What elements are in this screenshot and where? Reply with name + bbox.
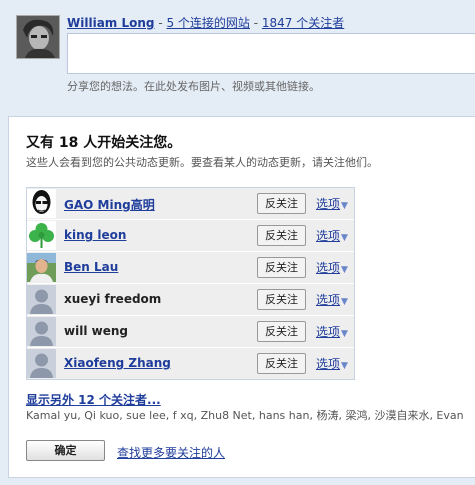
- options-menu[interactable]: 选项▼: [316, 259, 348, 276]
- ok-button[interactable]: 确定: [26, 440, 105, 461]
- unfollow-button[interactable]: 反关注: [257, 321, 306, 342]
- dropdown-arrow-icon: ▼: [341, 201, 348, 211]
- separator: -: [249, 16, 262, 30]
- follower-row: Ben Lau 反关注 选项▼: [27, 252, 354, 284]
- post-input[interactable]: [67, 33, 475, 74]
- photo-avatar[interactable]: [27, 253, 56, 282]
- user-header: William Long - 5 个连接的网站 - 1847 个关注者: [67, 14, 344, 31]
- follower-name: will weng: [64, 324, 128, 338]
- card-subtitle: 这些人会看到您的公共动态更新。要查看某人的动态更新，请关注他们。: [26, 156, 378, 169]
- post-hint: 分享您的想法。在此处发布图片、视频或其他链接。: [67, 80, 320, 93]
- options-menu[interactable]: 选项▼: [316, 291, 348, 308]
- follower-row: Xiaofeng Zhang 反关注 选项▼: [27, 348, 354, 379]
- options-link[interactable]: 选项: [316, 261, 340, 275]
- options-link[interactable]: 选项: [316, 229, 340, 243]
- card-title: 又有 18 人开始关注您。: [26, 135, 182, 151]
- connected-sites-link[interactable]: 5 个连接的网站: [166, 16, 249, 30]
- unfollow-button[interactable]: 反关注: [257, 289, 306, 310]
- options-link[interactable]: 选项: [316, 293, 340, 307]
- default-avatar[interactable]: [27, 285, 56, 314]
- follower-name: xueyi freedom: [64, 292, 162, 306]
- unfollow-button[interactable]: 反关注: [257, 225, 306, 246]
- follower-name-link[interactable]: Xiaofeng Zhang: [64, 356, 171, 370]
- follower-row: xueyi freedom 反关注 选项▼: [27, 284, 354, 316]
- options-link[interactable]: 选项: [316, 325, 340, 339]
- options-menu[interactable]: 选项▼: [316, 355, 348, 372]
- follower-row: GAO Ming高明 反关注 选项▼: [27, 188, 354, 220]
- dropdown-arrow-icon: ▼: [341, 233, 348, 243]
- options-menu[interactable]: 选项▼: [316, 227, 348, 244]
- show-more-followers-link[interactable]: 显示另外 12 个关注者...: [26, 391, 161, 408]
- default-avatar[interactable]: [27, 317, 56, 346]
- options-link[interactable]: 选项: [316, 197, 340, 211]
- follower-row: king leon 反关注 选项▼: [27, 220, 354, 252]
- followers-list: GAO Ming高明 反关注 选项▼ king leon 反关注 选项▼ Ben…: [26, 187, 355, 380]
- follower-name-link[interactable]: king leon: [64, 228, 126, 242]
- cartoon-face-avatar[interactable]: [27, 189, 56, 218]
- follower-name-link[interactable]: GAO Ming高明: [64, 196, 155, 213]
- unfollow-button[interactable]: 反关注: [257, 193, 306, 214]
- default-avatar[interactable]: [27, 349, 56, 378]
- options-link[interactable]: 选项: [316, 357, 340, 371]
- dropdown-arrow-icon: ▼: [341, 361, 348, 371]
- new-followers-card: 又有 18 人开始关注您。 这些人会看到您的公共动态更新。要查看某人的动态更新，…: [8, 116, 475, 478]
- user-name-link[interactable]: William Long: [67, 16, 155, 30]
- unfollow-button[interactable]: 反关注: [257, 353, 306, 374]
- find-more-people-link[interactable]: 查找更多要关注的人: [117, 444, 225, 461]
- dropdown-arrow-icon: ▼: [341, 265, 348, 275]
- post-composer: William Long - 5 个连接的网站 - 1847 个关注者 分享您的…: [0, 0, 475, 104]
- separator: -: [154, 16, 167, 30]
- other-followers-names: Kamal yu, Qi kuo, sue lee, f xq, Zhu8 Ne…: [26, 409, 464, 422]
- options-menu[interactable]: 选项▼: [316, 323, 348, 340]
- options-menu[interactable]: 选项▼: [316, 195, 348, 212]
- dropdown-arrow-icon: ▼: [341, 297, 348, 307]
- follower-name-link[interactable]: Ben Lau: [64, 260, 118, 274]
- dropdown-arrow-icon: ▼: [341, 329, 348, 339]
- unfollow-button[interactable]: 反关注: [257, 257, 306, 278]
- clover-avatar[interactable]: [27, 221, 56, 250]
- user-avatar[interactable]: [16, 15, 60, 59]
- followers-link[interactable]: 1847 个关注者: [262, 16, 344, 30]
- follower-row: will weng 反关注 选项▼: [27, 316, 354, 348]
